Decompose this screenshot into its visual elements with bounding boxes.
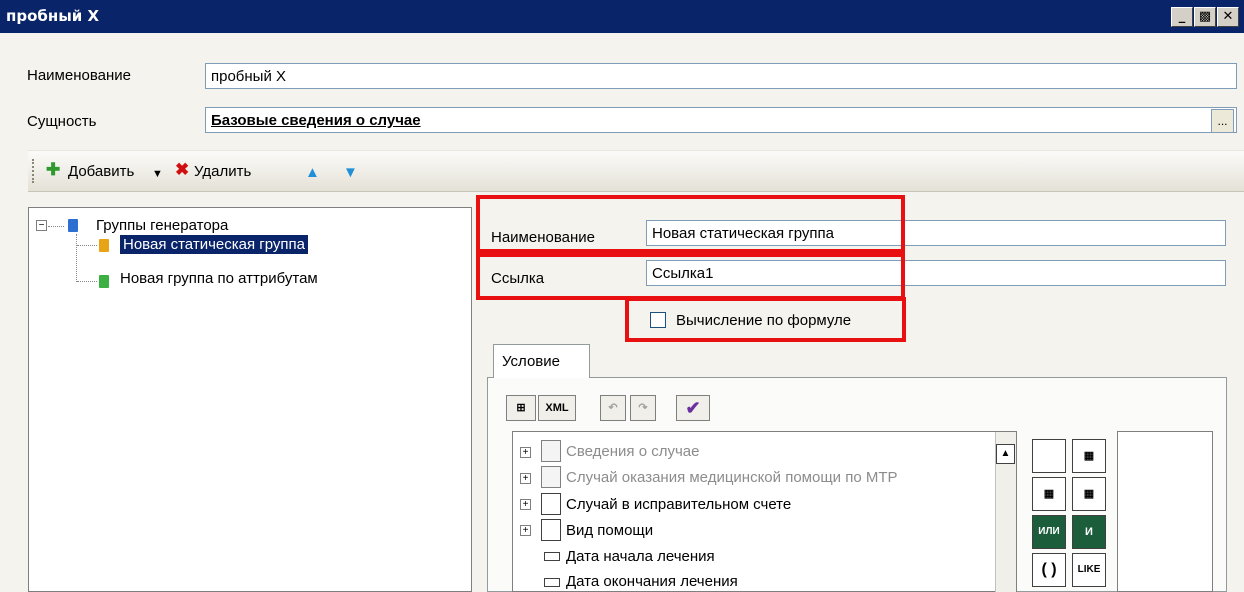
- tree-line: [77, 281, 97, 282]
- add-button[interactable]: Добавить: [68, 163, 134, 180]
- entity-browse-button[interactable]: ...: [1211, 109, 1234, 133]
- tree-line: [76, 234, 77, 282]
- field-icon: [544, 578, 560, 587]
- field-icon: [544, 552, 560, 561]
- delete-icon: ✖: [175, 160, 190, 179]
- highlight-name: [476, 195, 905, 253]
- name-label: Наименование: [27, 67, 131, 84]
- restore-button[interactable]: ▩: [1194, 7, 1216, 27]
- add-icon: ✚: [46, 160, 61, 179]
- tree-item-static-group[interactable]: Новая статическая группа: [120, 235, 308, 254]
- groups-tree: [28, 207, 472, 592]
- tab-condition[interactable]: Условие: [493, 344, 590, 378]
- entity-icon: [541, 493, 561, 515]
- attribute-group-icon: [99, 275, 109, 288]
- title-bar: [0, 0, 1244, 33]
- collapse-icon[interactable]: −: [36, 220, 47, 231]
- move-up-icon[interactable]: ▲: [305, 164, 320, 181]
- entity-icon: [541, 440, 561, 462]
- condition-item[interactable]: Сведения о случае: [566, 443, 699, 460]
- subquery-icon[interactable]: ▦: [1072, 439, 1106, 473]
- toolbar-grip[interactable]: [32, 159, 36, 183]
- entity-icon: [541, 519, 561, 541]
- tree-line: [48, 226, 64, 227]
- condition-item[interactable]: Дата начала лечения: [566, 548, 715, 565]
- field-insert-icon[interactable]: ▦: [1032, 477, 1066, 511]
- undo-icon[interactable]: ↶: [600, 395, 626, 421]
- and-button[interactable]: И: [1072, 515, 1106, 549]
- expand-icon[interactable]: +: [520, 499, 531, 510]
- tree-item-attribute-group[interactable]: Новая группа по аттрибутам: [120, 270, 318, 287]
- entity-label: Сущность: [27, 113, 97, 130]
- tree-line: [77, 245, 97, 246]
- folder-icon: [68, 219, 78, 232]
- expand-icon[interactable]: +: [520, 447, 531, 458]
- condition-item[interactable]: Вид помощи: [566, 522, 653, 539]
- minimize-button[interactable]: _: [1171, 7, 1193, 27]
- expand-icon[interactable]: +: [520, 525, 531, 536]
- list-insert-icon[interactable]: ▦: [1072, 477, 1106, 511]
- condition-item[interactable]: Случай оказания медицинской помощи по МТ…: [566, 469, 898, 486]
- highlight-link: [476, 253, 905, 300]
- close-button[interactable]: ✕: [1217, 7, 1239, 27]
- highlight-formula: [625, 297, 906, 342]
- scroll-up-icon[interactable]: ▲: [996, 444, 1015, 464]
- xml-button[interactable]: XML: [538, 395, 576, 421]
- condition-item[interactable]: Случай в исправительном счете: [566, 496, 791, 513]
- delete-button[interactable]: Удалить: [194, 163, 251, 180]
- move-down-icon[interactable]: ▼: [343, 164, 358, 181]
- redo-icon[interactable]: ↷: [630, 395, 656, 421]
- condition-preview: [1117, 431, 1213, 592]
- tree-view-icon[interactable]: ⊞: [506, 395, 536, 421]
- expand-icon[interactable]: +: [520, 473, 531, 484]
- entity-field[interactable]: Базовые сведения о случае: [205, 107, 1237, 133]
- name-field[interactable]: пробный Х: [205, 63, 1237, 89]
- empty-condition-button[interactable]: [1032, 439, 1066, 473]
- tree-root[interactable]: Группы генератора: [96, 217, 228, 234]
- add-dropdown-icon[interactable]: ▼: [152, 168, 163, 180]
- parentheses-button[interactable]: ( ): [1032, 553, 1066, 587]
- entity-icon: [541, 466, 561, 488]
- like-button[interactable]: LIKE: [1072, 553, 1106, 587]
- static-group-icon: [99, 239, 109, 252]
- validate-icon[interactable]: ✔: [676, 395, 710, 421]
- or-button[interactable]: ИЛИ: [1032, 515, 1066, 549]
- window-title: пробный Х: [6, 7, 100, 25]
- condition-item[interactable]: Дата окончания лечения: [566, 573, 738, 590]
